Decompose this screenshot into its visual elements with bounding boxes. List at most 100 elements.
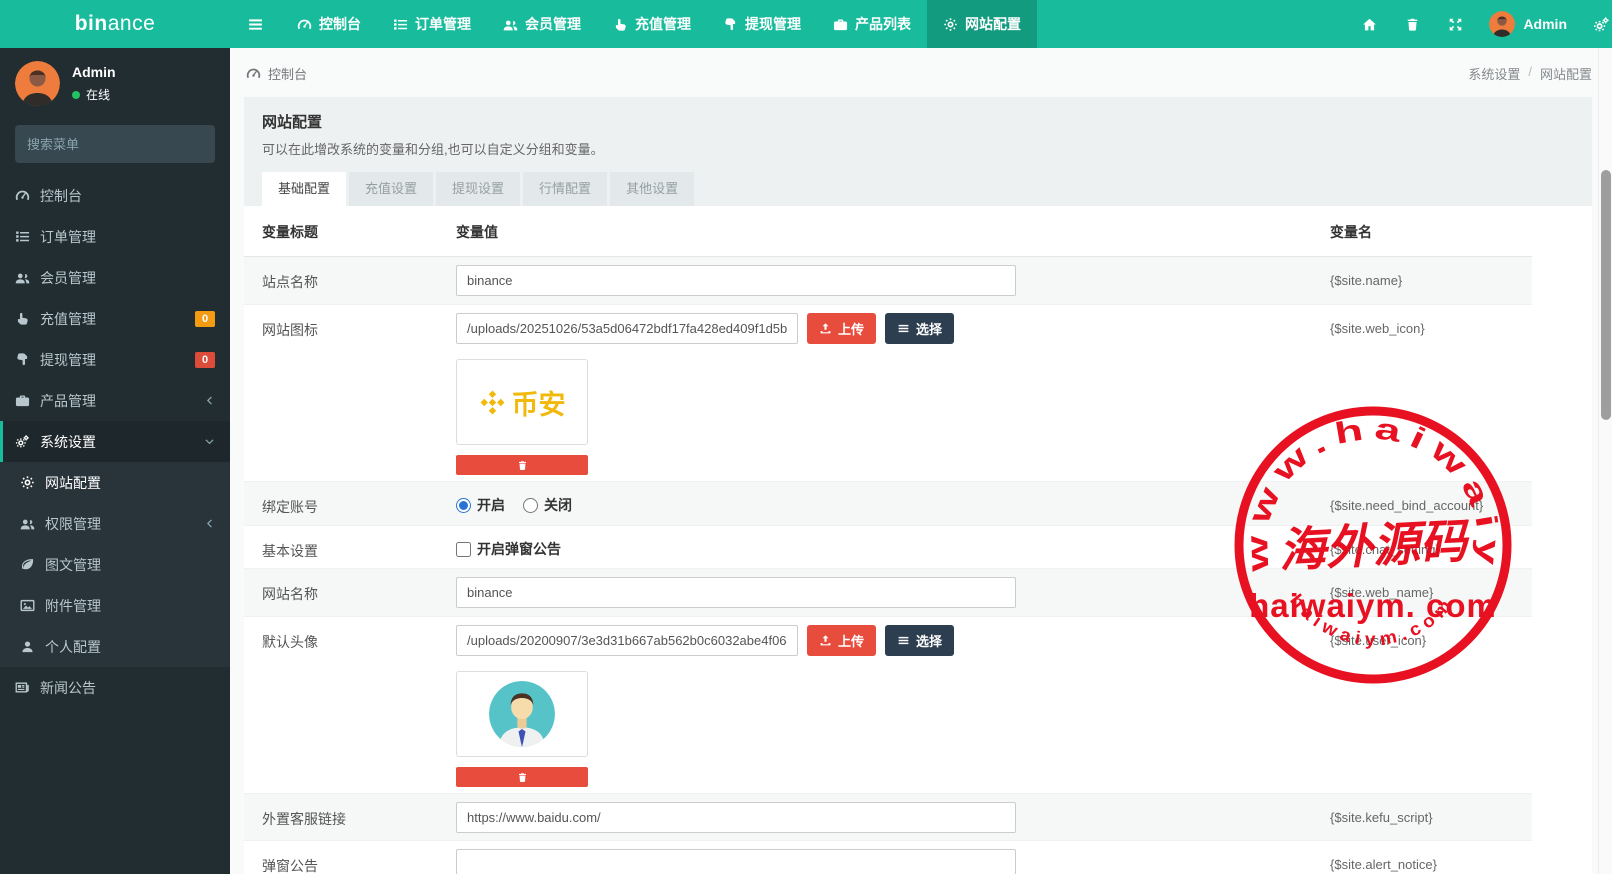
alert-notice-input[interactable]	[456, 849, 1016, 874]
table-row: 绑定账号 开启 关闭 {$site.need_bind_account}	[244, 482, 1532, 526]
sidebar-item-product-mgmt[interactable]: 产品管理	[0, 380, 230, 421]
delete-image-button[interactable]	[456, 767, 588, 787]
kefu-link-input[interactable]	[456, 802, 1016, 833]
binance-logo-icon	[479, 389, 506, 416]
upload-button[interactable]: 上传	[807, 625, 876, 656]
table-row: 默认头像 上传 选择 {$site.use	[244, 617, 1532, 794]
topnav-user-menu[interactable]: Admin	[1477, 11, 1579, 37]
sidebar-search	[15, 125, 215, 163]
panel-title: 网站配置	[262, 111, 1574, 132]
breadcrumb-page[interactable]: 网站配置	[1540, 64, 1592, 83]
tab-basic-config[interactable]: 基础配置	[262, 172, 346, 206]
radio-on-input[interactable]	[456, 498, 471, 513]
row-label: 默认头像	[244, 617, 456, 794]
upload-icon	[819, 634, 832, 647]
row-label: 弹窗公告	[244, 841, 456, 874]
topnav-item-dashboard[interactable]: 控制台	[281, 0, 377, 48]
system-settings-submenu: 网站配置 权限管理 图文管理 附件管理 个人配置	[0, 462, 230, 667]
sidebar-item-attachments[interactable]: 附件管理	[0, 585, 230, 626]
expand-icon	[1448, 17, 1463, 32]
delete-image-button[interactable]	[456, 455, 588, 475]
sidebar-item-content-mgmt[interactable]: 图文管理	[0, 544, 230, 585]
tab-other-settings[interactable]: 其他设置	[610, 172, 694, 206]
breadcrumb-group[interactable]: 系统设置	[1468, 64, 1520, 83]
home-button[interactable]	[1348, 0, 1391, 48]
top-navbar: 控制台 订单管理 会员管理 充值管理 提现管理 产品列表 网站配置 Admin	[230, 0, 1612, 48]
gear-icon	[943, 17, 958, 32]
sidebar-item-news[interactable]: 新闻公告	[0, 667, 230, 708]
brand-logo[interactable]: binance	[0, 0, 230, 48]
menu-search-input[interactable]	[27, 137, 203, 152]
user-icon	[20, 639, 35, 654]
vertical-scrollbar[interactable]	[1598, 48, 1612, 874]
table-row: 网站图标 上传 选择 币安	[244, 305, 1532, 482]
brand-logo-bold: bin	[75, 12, 108, 36]
user-icon-path-input[interactable]	[456, 625, 798, 656]
leaf-icon	[20, 557, 35, 572]
sidebar-item-orders[interactable]: 订单管理	[0, 216, 230, 257]
sidebar-item-profile[interactable]: 个人配置	[0, 626, 230, 667]
sidebar-item-recharge[interactable]: 充值管理0	[0, 298, 230, 339]
web-icon-path-input[interactable]	[456, 313, 798, 344]
breadcrumb: 控制台 系统设置 / 网站配置	[230, 48, 1612, 97]
scrollbar-thumb[interactable]	[1601, 170, 1611, 420]
web-name-input[interactable]	[456, 577, 1016, 608]
chevron-left-icon	[204, 395, 215, 406]
main-content: 控制台 系统设置 / 网站配置 网站配置 可以在此增改系统的变量和分组,也可以自…	[230, 48, 1612, 874]
column-header-name: 变量名	[1330, 222, 1532, 242]
settings-button[interactable]	[1579, 0, 1612, 48]
topnav-item-products[interactable]: 产品列表	[817, 0, 927, 48]
radio-option-on[interactable]: 开启	[456, 495, 505, 515]
binance-logo-text: 币安	[512, 383, 566, 422]
sidebar-item-permissions[interactable]: 权限管理	[0, 503, 230, 544]
clear-cache-button[interactable]	[1391, 0, 1434, 48]
variable-name: {$site.web_icon}	[1330, 305, 1532, 482]
topnav-item-members[interactable]: 会员管理	[487, 0, 597, 48]
trash-icon	[517, 772, 528, 783]
site-config-panel: 网站配置 可以在此增改系统的变量和分组,也可以自定义分组和变量。 基础配置 充值…	[244, 97, 1592, 874]
popup-notice-checkbox[interactable]	[456, 542, 471, 557]
variable-name: {$site.alert_notice}	[1330, 841, 1532, 874]
trash-icon	[517, 460, 528, 471]
row-label: 绑定账号	[244, 482, 456, 525]
avatar	[1489, 11, 1515, 37]
variable-name: {$site.kefu_script}	[1330, 794, 1532, 841]
sidebar-item-dashboard[interactable]: 控制台	[0, 175, 230, 216]
breadcrumb-current[interactable]: 控制台	[268, 64, 307, 83]
topnav-right: Admin	[1348, 0, 1612, 48]
sidebar-item-members[interactable]: 会员管理	[0, 257, 230, 298]
variables-table: 变量标题 变量值 变量名 站点名称 {$site.name} 网站图标	[244, 206, 1532, 874]
variable-name: {$site.user_icon}	[1330, 617, 1532, 794]
choose-button[interactable]: 选择	[885, 625, 954, 656]
admin-avatar-image	[15, 61, 60, 106]
tab-recharge-settings[interactable]: 充值设置	[349, 172, 433, 206]
sidebar-item-withdraw[interactable]: 提现管理0	[0, 339, 230, 380]
sidebar-item-system-settings[interactable]: 系统设置	[0, 421, 230, 462]
avatar	[15, 61, 60, 106]
table-row: 外置客服链接 {$site.kefu_script}	[244, 794, 1532, 841]
sidebar-toggle-button[interactable]	[230, 0, 281, 48]
config-tabs: 基础配置 充值设置 提现设置 行情配置 其他设置	[262, 172, 1574, 206]
sidebar-username: Admin	[72, 64, 116, 80]
upload-button[interactable]: 上传	[807, 313, 876, 344]
choose-button[interactable]: 选择	[885, 313, 954, 344]
fullscreen-button[interactable]	[1434, 0, 1477, 48]
checkbox-popup-notice[interactable]: 开启弹窗公告	[456, 539, 561, 559]
topnav-item-orders[interactable]: 订单管理	[377, 0, 487, 48]
hand-down-icon	[15, 352, 30, 367]
hand-down-icon	[723, 17, 738, 32]
tab-withdraw-settings[interactable]: 提现设置	[436, 172, 520, 206]
list-icon	[897, 322, 910, 335]
panel-header: 网站配置 可以在此增改系统的变量和分组,也可以自定义分组和变量。 基础配置 充值…	[244, 97, 1592, 206]
topnav-item-recharge[interactable]: 充值管理	[597, 0, 707, 48]
panel-body: 变量标题 变量值 变量名 站点名称 {$site.name} 网站图标	[244, 206, 1592, 874]
topnav-item-withdraw[interactable]: 提现管理	[707, 0, 817, 48]
topnav-item-site-config[interactable]: 网站配置	[927, 0, 1037, 48]
radio-option-off[interactable]: 关闭	[523, 495, 572, 515]
site-name-input[interactable]	[456, 265, 1016, 296]
briefcase-icon	[15, 393, 30, 408]
tab-market-config[interactable]: 行情配置	[523, 172, 607, 206]
sidebar-item-site-config[interactable]: 网站配置	[0, 462, 230, 503]
radio-off-input[interactable]	[523, 498, 538, 513]
admin-avatar-image	[1489, 11, 1515, 37]
